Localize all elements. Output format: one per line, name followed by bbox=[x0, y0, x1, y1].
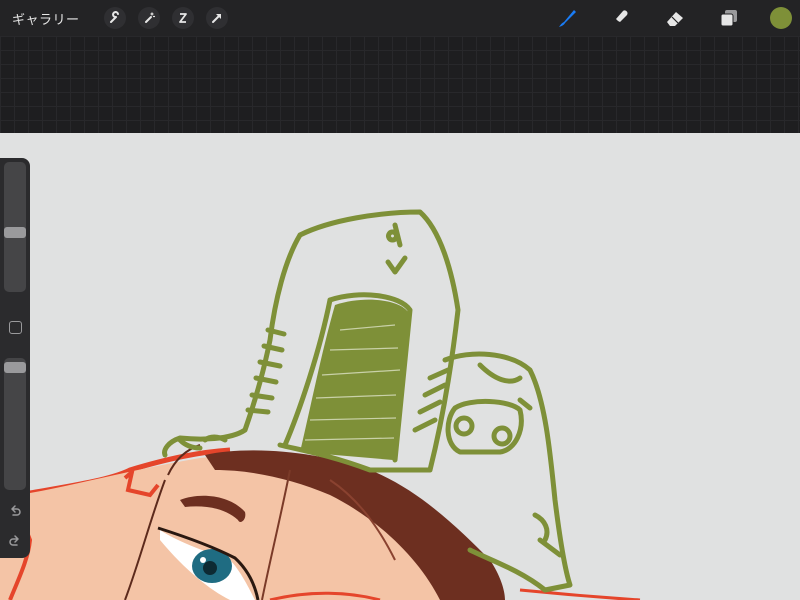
wrench-icon bbox=[109, 11, 119, 23]
pupil bbox=[203, 561, 217, 575]
workspace-background bbox=[0, 36, 800, 133]
eraser-tool-button[interactable] bbox=[662, 5, 688, 31]
actions-button[interactable] bbox=[103, 7, 126, 29]
selection-s-icon bbox=[178, 13, 187, 23]
outline-detail bbox=[519, 588, 641, 600]
undo-icon[interactable] bbox=[7, 504, 23, 520]
brush-size-thumb[interactable] bbox=[4, 227, 26, 239]
opacity-thumb[interactable] bbox=[4, 361, 26, 373]
green-fill bbox=[300, 299, 408, 460]
redo-icon[interactable] bbox=[7, 534, 23, 550]
adjustments-button[interactable] bbox=[137, 7, 160, 29]
selection-button[interactable] bbox=[171, 7, 194, 29]
top-toolbar: ギャラリー bbox=[0, 0, 800, 36]
color-picker-button[interactable] bbox=[770, 7, 792, 29]
layers-button[interactable] bbox=[716, 5, 742, 31]
smudge-tool-button[interactable] bbox=[608, 5, 634, 31]
right-tools bbox=[526, 0, 800, 36]
side-toolbar bbox=[0, 158, 30, 558]
drawing-canvas[interactable] bbox=[0, 133, 800, 600]
brush-tool-button[interactable] bbox=[554, 5, 580, 31]
gallery-button[interactable]: ギャラリー bbox=[12, 9, 80, 28]
artwork bbox=[0, 209, 641, 600]
eye-highlight bbox=[200, 557, 206, 563]
transform-arrow-icon bbox=[211, 14, 221, 23]
opacity-slider[interactable] bbox=[4, 358, 26, 490]
eraser-icon bbox=[667, 12, 683, 26]
magic-wand-icon bbox=[144, 12, 155, 23]
transform-button[interactable] bbox=[205, 7, 228, 29]
smudge-icon bbox=[616, 10, 628, 27]
layers-icon bbox=[720, 10, 737, 27]
brush-icon bbox=[559, 10, 576, 27]
modify-button[interactable] bbox=[9, 321, 22, 334]
